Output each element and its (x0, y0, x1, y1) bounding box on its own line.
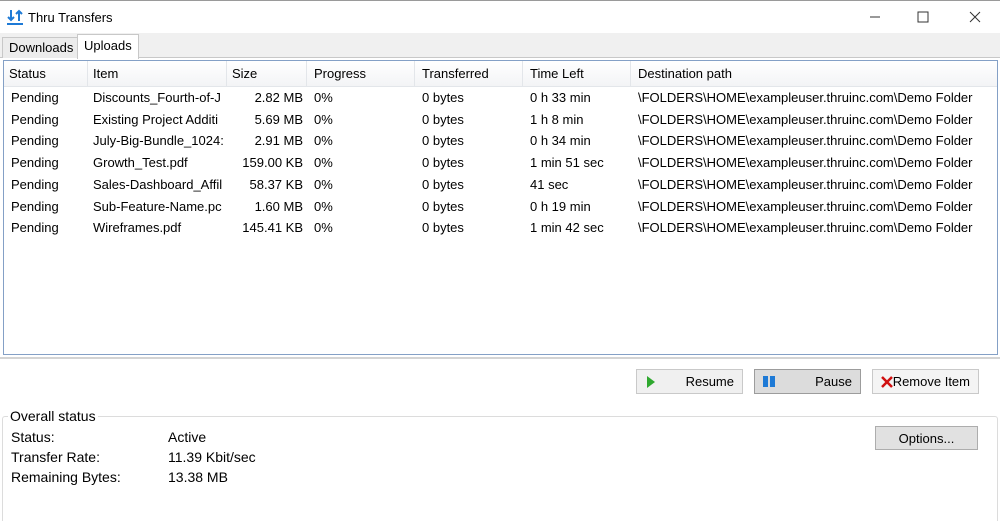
cell-destination: \FOLDERS\HOME\exampleuser.thruinc.com\De… (638, 198, 973, 214)
minimize-icon (870, 16, 880, 18)
cell-transferred: 0 bytes (422, 155, 464, 171)
transfer-rate-label: Transfer Rate: (11, 449, 100, 465)
cell-status: Pending (11, 111, 59, 127)
cell-status: Pending (11, 90, 59, 105)
cell-item: July-Big-Bundle_1024: (93, 133, 224, 149)
cell-size: 145.41 KB (242, 220, 303, 236)
cell-progress: 0% (314, 111, 333, 127)
options-button[interactable]: Options... (875, 426, 978, 450)
table-row[interactable]: Pending Existing Project Additi 5.69 MB 0% 0… (4, 109, 997, 131)
cell-item: Sales-Dashboard_Affil (93, 176, 223, 192)
column-header-status[interactable]: Status (4, 61, 88, 87)
x-icon (881, 376, 893, 388)
cell-size: 2.82 MB (254, 90, 303, 105)
remove-item-button[interactable]: Remove Item (872, 369, 979, 394)
play-icon (647, 376, 655, 388)
cell-status: Pending (11, 220, 59, 236)
pause-icon (763, 376, 775, 387)
transfer-arrows-icon (7, 9, 23, 25)
table-row[interactable]: Pending Sub-Feature-Name.pc 1.60 MB 0% 0 byt… (4, 196, 997, 218)
status-label: Status: (11, 429, 55, 445)
cell-status: Pending (11, 133, 59, 149)
transfer-rate-value: 11.39 Kbit/sec (168, 449, 256, 465)
cell-destination: \FOLDERS\HOME\exampleuser.thruinc.com\De… (638, 111, 973, 127)
cell-status: Pending (11, 198, 59, 214)
table-header: Status Item Size Progress Transferred Ti… (4, 61, 997, 87)
cell-size: 1.60 MB (254, 198, 303, 214)
table-row[interactable]: Pending Wireframes.pdf 145.41 KB 0% 0 bytes 1… (4, 217, 997, 239)
resume-button[interactable]: Resume (636, 369, 743, 394)
table-row[interactable]: Pending Discounts_Fourth-of-J 2.82 MB 0% 0 b… (4, 87, 997, 109)
tab-downloads[interactable]: Downloads (2, 37, 81, 58)
cell-destination: \FOLDERS\HOME\exampleuser.thruinc.com\De… (638, 90, 973, 105)
cell-status: Pending (11, 155, 59, 171)
cell-progress: 0% (314, 133, 333, 149)
overall-status-group (2, 416, 998, 521)
cell-destination: \FOLDERS\HOME\exampleuser.thruinc.com\De… (638, 176, 973, 192)
maximize-button[interactable] (900, 1, 946, 33)
column-header-progress[interactable]: Progress (307, 61, 415, 87)
cell-progress: 0% (314, 220, 333, 236)
pause-button[interactable]: Pause (754, 369, 861, 394)
pause-label: Pause (815, 374, 852, 389)
tab-strip: Downloads Uploads (0, 33, 1000, 59)
remaining-bytes-label: Remaining Bytes: (11, 469, 121, 485)
cell-size: 159.00 KB (242, 155, 303, 171)
cell-time-left: 1 min 51 sec (530, 155, 604, 171)
overall-status-title: Overall status (8, 408, 98, 424)
cell-status: Pending (11, 176, 59, 192)
cell-time-left: 0 h 34 min (530, 133, 591, 149)
minimize-button[interactable] (852, 1, 898, 33)
column-header-destination[interactable]: Destination path (631, 61, 999, 87)
cell-size: 2.91 MB (254, 133, 303, 149)
cell-item: Growth_Test.pdf (93, 155, 188, 171)
column-header-size[interactable]: Size (227, 61, 307, 87)
cell-time-left: 0 h 33 min (530, 90, 591, 105)
resume-label: Resume (685, 374, 734, 389)
tab-uploads[interactable]: Uploads (77, 34, 139, 59)
window-title: Thru Transfers (28, 10, 113, 25)
status-value: Active (168, 429, 207, 445)
cell-size: 58.37 KB (249, 176, 304, 192)
table-row[interactable]: Pending Sales-Dashboard_Affil 58.37 KB 0% 0 … (4, 174, 997, 196)
cell-transferred: 0 bytes (422, 176, 464, 192)
cell-time-left: 1 h 8 min (530, 111, 584, 127)
cell-transferred: 0 bytes (422, 220, 464, 236)
cell-time-left: 0 h 19 min (530, 198, 591, 214)
cell-progress: 0% (314, 155, 333, 171)
cell-progress: 0% (314, 198, 333, 214)
cell-item: Existing Project Additi (93, 111, 219, 127)
cell-time-left: 41 sec (530, 176, 569, 192)
maximize-icon (917, 11, 929, 23)
close-button[interactable] (952, 1, 998, 33)
table-row[interactable]: Pending Growth_Test.pdf 159.00 KB 0% 0 bytes… (4, 152, 997, 174)
cell-item: Discounts_Fourth-of-J (93, 90, 221, 105)
splitter[interactable] (0, 357, 1000, 359)
cell-item: Wireframes.pdf (93, 220, 182, 236)
cell-transferred: 0 bytes (422, 133, 464, 149)
cell-transferred: 0 bytes (422, 198, 464, 214)
table-row[interactable]: Pending July-Big-Bundle_1024: 2.91 MB 0% 0 b… (4, 130, 997, 152)
cell-time-left: 1 min 42 sec (530, 220, 604, 236)
title-bar: Thru Transfers (0, 0, 1000, 33)
cell-destination: \FOLDERS\HOME\exampleuser.thruinc.com\De… (638, 220, 973, 236)
cell-item: Sub-Feature-Name.pc (93, 198, 222, 214)
cell-progress: 0% (314, 90, 333, 105)
cell-transferred: 0 bytes (422, 111, 464, 127)
close-icon (969, 11, 981, 23)
column-header-item[interactable]: Item (88, 61, 227, 87)
column-header-transferred[interactable]: Transferred (415, 61, 523, 87)
remaining-bytes-value: 13.38 MB (168, 469, 228, 485)
cell-progress: 0% (314, 176, 333, 192)
cell-size: 5.69 MB (254, 111, 303, 127)
options-label: Options... (898, 430, 955, 446)
column-header-time-left[interactable]: Time Left (523, 61, 631, 87)
cell-transferred: 0 bytes (422, 90, 464, 105)
transfers-table[interactable]: Status Item Size Progress Transferred Ti… (3, 60, 998, 355)
remove-item-label: Remove Item (892, 374, 970, 389)
cell-destination: \FOLDERS\HOME\exampleuser.thruinc.com\De… (638, 155, 973, 171)
cell-destination: \FOLDERS\HOME\exampleuser.thruinc.com\De… (638, 133, 973, 149)
